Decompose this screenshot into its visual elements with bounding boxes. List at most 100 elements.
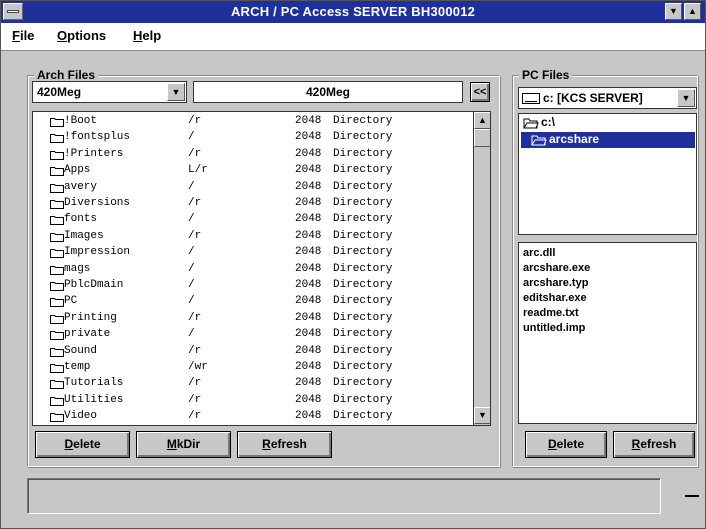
minimize-button[interactable]: ▼ xyxy=(665,3,682,20)
open-folder-icon xyxy=(523,118,539,129)
menu-help[interactable]: Help xyxy=(133,28,161,43)
dropdown-arrow-icon[interactable]: ▼ xyxy=(677,89,695,107)
dir-item-root[interactable]: c:\ xyxy=(523,115,693,131)
folder-icon xyxy=(50,183,64,193)
arch-file-row[interactable]: !Printers/r 2048 Directory xyxy=(33,147,473,163)
arch-file-row[interactable]: !fontsplus / 2048 Directory xyxy=(33,130,473,146)
drive-icon xyxy=(522,93,540,104)
dropdown-arrow-icon[interactable]: ▼ xyxy=(167,83,185,101)
folder-icon xyxy=(50,265,64,275)
scroll-thumb[interactable] xyxy=(474,129,490,147)
scroll-down-icon[interactable]: ▼ xyxy=(474,407,490,424)
arch-file-row[interactable]: private / 2048 Directory xyxy=(33,327,473,343)
arch-file-list[interactable]: !Boot/r 2048 Directory !fontsplus / 2048 Direc… xyxy=(32,111,491,426)
arch-file-type: Directory xyxy=(333,262,393,275)
pc-file-item[interactable]: untitled.imp xyxy=(523,322,585,336)
arch-files-label: Arch Files xyxy=(34,68,99,82)
arch-file-row[interactable]: fonts / 2048 Directory xyxy=(33,212,473,228)
arch-file-row[interactable]: avery / 2048 Directory xyxy=(33,180,473,196)
arch-file-name: Printing xyxy=(64,311,117,324)
arch-file-name: Sound xyxy=(64,344,98,357)
arch-file-size: 2048 xyxy=(295,246,322,259)
arch-file-row[interactable]: Impression / 2048 Directory xyxy=(33,245,473,261)
dir-item-arcshare[interactable]: arcshare xyxy=(521,132,695,148)
maximize-button[interactable]: ▲ xyxy=(684,3,701,20)
arch-file-perm: /r xyxy=(188,344,202,357)
mkdir-button[interactable]: MkDir xyxy=(136,431,231,458)
folder-icon xyxy=(50,347,64,357)
arch-file-row[interactable]: PblcDmain / 2048 Directory xyxy=(33,278,473,294)
arch-scrollbar[interactable]: ▲ ▼ xyxy=(473,112,490,425)
arch-drive-select[interactable]: 420Meg ▼ xyxy=(32,81,187,103)
arch-delete-button[interactable]: Delete xyxy=(35,431,130,458)
folder-icon xyxy=(50,396,64,406)
back-button[interactable]: << xyxy=(470,82,490,102)
arch-file-name: Utilities xyxy=(64,393,124,406)
arch-file-size: 2048 xyxy=(295,229,322,242)
folder-icon xyxy=(50,413,64,423)
status-bar xyxy=(27,478,661,514)
arch-file-size: 2048 xyxy=(295,213,322,226)
arch-file-type: Directory xyxy=(333,279,393,291)
folder-icon xyxy=(50,331,64,341)
arch-file-perm: / xyxy=(188,213,195,226)
folder-icon xyxy=(50,167,64,177)
pc-file-item[interactable]: arc.dll xyxy=(523,247,555,261)
pc-file-list[interactable]: arc.dll arcshare.exe arcshare.typ editshar.… xyxy=(518,242,697,424)
arch-file-type: Directory xyxy=(333,328,393,341)
arch-file-row[interactable]: PC / 2048 Directory xyxy=(33,294,473,310)
arch-file-perm: / xyxy=(188,246,195,259)
arch-file-perm: /wr xyxy=(188,361,208,373)
arch-file-row[interactable]: Tutorials/r 2048 Directory xyxy=(33,376,473,392)
pc-drive-select[interactable]: c: [KCS SERVER] ▼ xyxy=(518,87,697,109)
arch-file-type: Directory xyxy=(333,361,393,373)
pc-file-item[interactable]: editshar.exe xyxy=(523,292,587,306)
arch-file-row[interactable]: Apps L/r 2048 Directory xyxy=(33,163,473,179)
arch-file-row[interactable]: Printing/r 2048 Directory xyxy=(33,311,473,327)
arch-file-name: Tutorials xyxy=(64,377,124,390)
arch-file-row[interactable]: mags / 2048 Directory xyxy=(33,262,473,278)
arch-file-name: Diversions xyxy=(64,197,131,209)
arch-file-row[interactable]: Diversions/r 2048 Directory xyxy=(33,196,473,212)
arch-refresh-button[interactable]: Refresh xyxy=(237,431,332,458)
arch-file-row[interactable]: Images/r 2048 Directory xyxy=(33,229,473,245)
arch-file-size: 2048 xyxy=(295,393,322,406)
arch-file-row[interactable]: Sound/r 2048 Directory xyxy=(33,344,473,360)
pc-file-item[interactable]: readme.txt xyxy=(523,307,579,321)
pc-delete-button[interactable]: Delete xyxy=(525,431,607,458)
folder-icon xyxy=(50,380,64,390)
menu-options[interactable]: Options xyxy=(57,28,106,43)
arch-file-name: fonts xyxy=(64,213,98,226)
arch-file-row[interactable]: Utilities/r 2048 Directory xyxy=(33,393,473,409)
arch-file-type: Directory xyxy=(333,246,393,259)
arch-file-perm: /r xyxy=(188,377,202,390)
arch-file-row[interactable]: Video/r 2048 Directory xyxy=(33,409,473,425)
folder-icon xyxy=(50,232,64,242)
pc-dir-list[interactable]: c:\ arcshare xyxy=(518,113,697,235)
pc-refresh-button[interactable]: Refresh xyxy=(613,431,695,458)
scroll-up-icon[interactable]: ▲ xyxy=(474,112,490,129)
arch-file-name: temp xyxy=(64,361,91,373)
arch-file-name: avery xyxy=(64,180,98,193)
menu-bar: File Options Help xyxy=(1,23,705,51)
open-folder-icon xyxy=(531,135,547,146)
arch-file-perm: / xyxy=(188,295,195,308)
arch-file-perm: /r xyxy=(188,393,202,406)
arch-file-name: !Printers xyxy=(64,147,124,160)
arch-file-type: Directory xyxy=(333,229,393,242)
arch-file-size: 2048 xyxy=(295,131,322,144)
arch-file-type: Directory xyxy=(333,180,393,193)
menu-file[interactable]: File xyxy=(12,28,34,43)
pc-file-item[interactable]: arcshare.exe xyxy=(523,262,590,276)
pc-file-item[interactable]: arcshare.typ xyxy=(523,277,588,291)
folder-icon xyxy=(50,249,64,259)
arch-file-type: Directory xyxy=(333,147,393,160)
arch-file-perm: /r xyxy=(188,229,202,242)
title-bar: ARCH / PC Access SERVER BH300012 ▼ ▲ xyxy=(1,1,705,23)
arch-file-size: 2048 xyxy=(295,164,322,177)
arch-file-type: Directory xyxy=(333,115,393,127)
arch-file-row[interactable]: temp/wr 2048 Directory xyxy=(33,360,473,376)
arch-file-row[interactable]: !Boot/r 2048 Directory xyxy=(33,114,473,130)
arch-file-type: Directory xyxy=(333,311,393,324)
arch-file-size: 2048 xyxy=(295,279,322,291)
